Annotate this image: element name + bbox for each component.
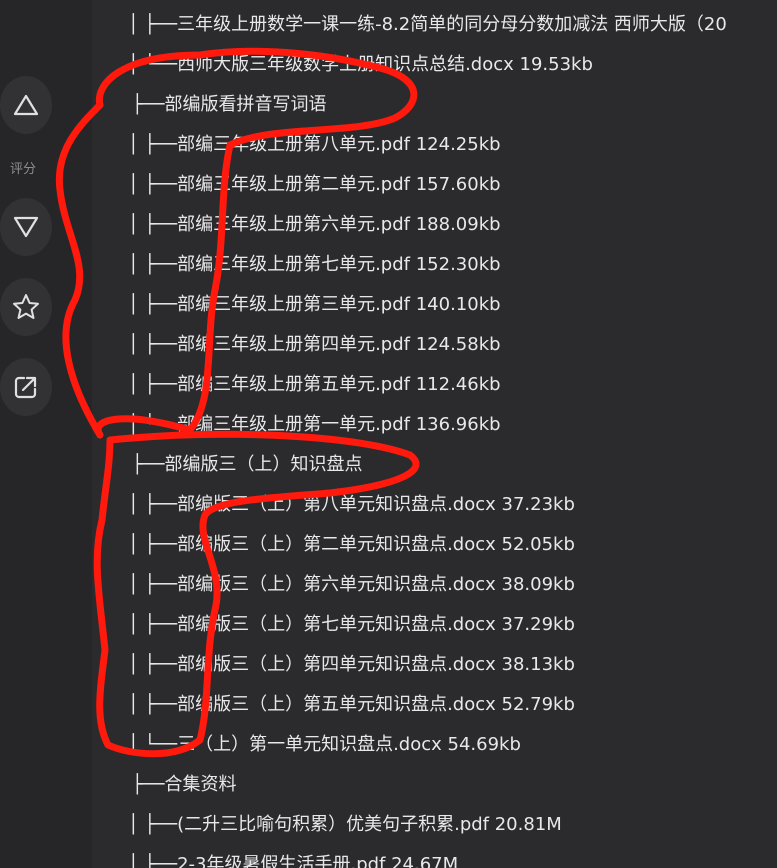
file-name[interactable]: 2-3年级暑假生活手册.pdf 24.67M	[177, 854, 458, 868]
tree-branch: │ ├──	[128, 334, 178, 355]
triangle-down-icon	[13, 216, 39, 238]
file-name[interactable]: 部编版三（上）第五单元知识盘点.docx 52.79kb	[177, 694, 575, 715]
file-name[interactable]: 部编三年级上册第四单元.pdf 124.58kb	[177, 334, 500, 355]
tree-line: │ ├──部编版三（上）第八单元知识盘点.docx 37.23kb	[128, 490, 575, 520]
file-name[interactable]: 部编版三（上）第八单元知识盘点.docx 37.23kb	[177, 494, 575, 515]
tree-branch: ├──	[132, 94, 165, 115]
folder-name[interactable]: 合集资料	[165, 774, 237, 795]
tree-branch: │ ├──	[128, 374, 178, 395]
tree-branch: │ └──	[128, 734, 178, 755]
file-name[interactable]: 三（上）第一单元知识盘点.docx 54.69kb	[177, 734, 521, 755]
tree-branch: │ ├──	[128, 694, 178, 715]
tree-line: │ ├──(二升三比喻句积累）优美句子积累.pdf 20.81M	[128, 810, 562, 840]
file-name[interactable]: 部编版三（上）第七单元知识盘点.docx 37.29kb	[177, 614, 575, 635]
file-name[interactable]: (二升三比喻句积累）优美句子积累.pdf 20.81M	[177, 814, 562, 835]
tree-branch: │ ├──	[128, 494, 178, 515]
tree-line: │ ├──部编版三（上）第六单元知识盘点.docx 38.09kb	[128, 570, 575, 600]
upvote-button[interactable]	[0, 76, 52, 134]
tree-line: │ ├──部编三年级上册第六单元.pdf 188.09kb	[128, 210, 501, 240]
file-name[interactable]: 部编三年级上册第一单元.pdf 136.96kb	[177, 414, 500, 435]
file-name[interactable]: 部编三年级上册第八单元.pdf 124.25kb	[177, 134, 500, 155]
folder-name[interactable]: 部编版三（上）知识盘点	[165, 454, 363, 475]
favorite-button[interactable]	[0, 278, 52, 336]
tree-branch: │ ├──	[128, 614, 178, 635]
file-tree-panel: │ ├──三年级上册数学一课一练-8.2简单的同分母分数加减法 西师大版（20 …	[92, 0, 777, 868]
triangle-up-icon	[13, 94, 39, 116]
tree-line: │ ├──部编三年级上册第五单元.pdf 112.46kb	[128, 370, 501, 400]
file-name[interactable]: 部编三年级上册第六单元.pdf 188.09kb	[177, 214, 500, 235]
tree-branch: │ └──	[128, 54, 178, 75]
tree-branch: │ ├──	[128, 254, 178, 275]
share-button[interactable]	[0, 358, 52, 416]
tree-line: │ ├──部编版三（上）第七单元知识盘点.docx 37.29kb	[128, 610, 575, 640]
file-name[interactable]: 部编三年级上册第七单元.pdf 152.30kb	[177, 254, 500, 275]
action-sidebar: 评分	[0, 0, 92, 868]
tree-line: │ └──西师大版三年级数学上册知识点总结.docx 19.53kb	[128, 50, 593, 80]
tree-branch: │ ├──	[128, 654, 178, 675]
tree-line: │ ├──部编版三（上）第四单元知识盘点.docx 38.13kb	[128, 650, 575, 680]
tree-line: │ ├──部编三年级上册第三单元.pdf 140.10kb	[128, 290, 501, 320]
folder-name[interactable]: 部编版看拼音写词语	[165, 94, 327, 115]
tree-branch: │ ├──	[128, 14, 178, 35]
tree-line: │ ├──部编三年级上册第八单元.pdf 124.25kb	[128, 130, 501, 160]
tree-line: │ └──三（上）第一单元知识盘点.docx 54.69kb	[128, 730, 521, 760]
tree-line: │ └──部编三年级上册第一单元.pdf 136.96kb	[128, 410, 501, 440]
tree-line: │ ├──部编版三（上）第五单元知识盘点.docx 52.79kb	[128, 690, 575, 720]
tree-line: │ ├──部编三年级上册第二单元.pdf 157.60kb	[128, 170, 501, 200]
tree-branch: │ ├──	[128, 814, 178, 835]
file-name[interactable]: 部编三年级上册第五单元.pdf 112.46kb	[177, 374, 500, 395]
file-name[interactable]: 部编三年级上册第三单元.pdf 140.10kb	[177, 294, 500, 315]
downvote-button[interactable]	[0, 198, 52, 256]
file-name[interactable]: 西师大版三年级数学上册知识点总结.docx 19.53kb	[177, 54, 593, 75]
tree-line: │ ├──部编三年级上册第四单元.pdf 124.58kb	[128, 330, 501, 360]
tree-branch: │ ├──	[128, 134, 178, 155]
tree-line: │ ├──三年级上册数学一课一练-8.2简单的同分母分数加减法 西师大版（20	[128, 10, 727, 40]
file-name[interactable]: 三年级上册数学一课一练-8.2简单的同分母分数加减法 西师大版（20	[177, 14, 727, 35]
tree-branch: │ ├──	[128, 534, 178, 555]
tree-line: ├──合集资料	[132, 770, 237, 800]
tree-branch: │ ├──	[128, 574, 178, 595]
tree-branch: ├──	[132, 774, 165, 795]
share-icon	[14, 376, 37, 399]
tree-line: │ ├──2-3年级暑假生活手册.pdf 24.67M	[128, 850, 458, 868]
rating-label: 评分	[9, 162, 36, 177]
star-icon	[13, 294, 39, 319]
tree-branch: │ ├──	[128, 174, 178, 195]
tree-branch: │ └──	[128, 414, 178, 435]
tree-branch: │ ├──	[128, 294, 178, 315]
file-name[interactable]: 部编版三（上）第六单元知识盘点.docx 38.09kb	[177, 574, 575, 595]
tree-line: │ ├──部编三年级上册第七单元.pdf 152.30kb	[128, 250, 501, 280]
tree-line: ├──部编版看拼音写词语	[132, 90, 327, 120]
tree-branch: ├──	[132, 454, 165, 475]
tree-line: ├──部编版三（上）知识盘点	[132, 450, 363, 480]
tree-line: │ ├──部编版三（上）第二单元知识盘点.docx 52.05kb	[128, 530, 575, 560]
tree-branch: │ ├──	[128, 854, 178, 868]
file-name[interactable]: 部编版三（上）第四单元知识盘点.docx 38.13kb	[177, 654, 575, 675]
tree-branch: │ ├──	[128, 214, 178, 235]
file-name[interactable]: 部编版三（上）第二单元知识盘点.docx 52.05kb	[177, 534, 575, 555]
file-name[interactable]: 部编三年级上册第二单元.pdf 157.60kb	[177, 174, 500, 195]
